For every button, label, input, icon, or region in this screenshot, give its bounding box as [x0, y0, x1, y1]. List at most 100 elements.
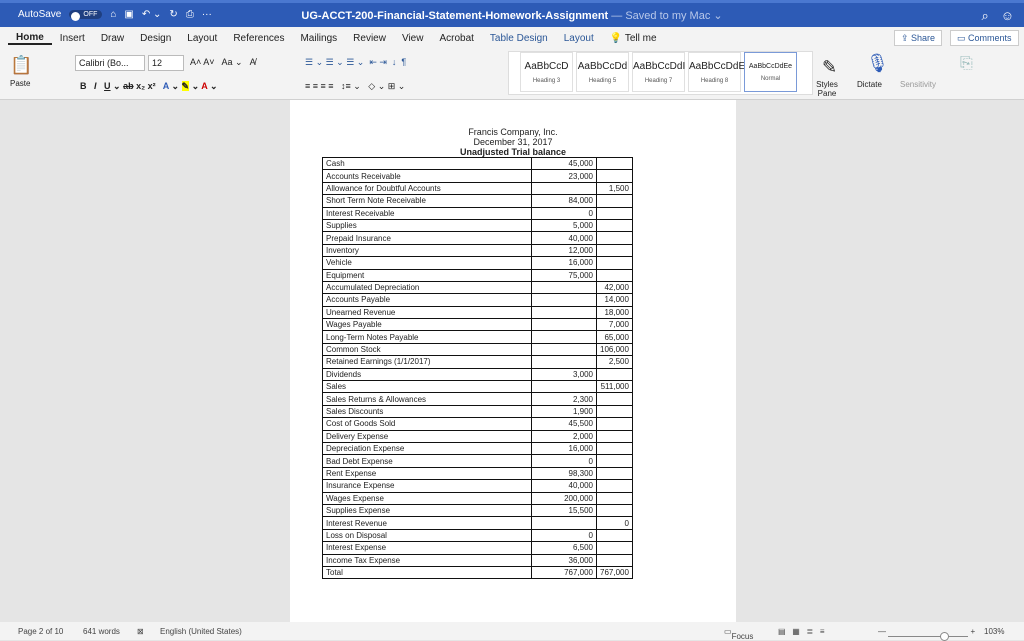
debit-cell[interactable]: 5,000 [532, 219, 597, 231]
focus-button[interactable]: ▭ Focus [724, 627, 732, 636]
account-name[interactable]: Cost of Goods Sold [323, 418, 532, 430]
credit-cell[interactable] [597, 269, 633, 281]
credit-cell[interactable] [597, 492, 633, 504]
credit-cell[interactable] [597, 467, 633, 479]
tab-references[interactable]: References [225, 33, 292, 44]
credit-cell[interactable] [597, 244, 633, 256]
style-heading-3[interactable]: AaBbCcDHeading 3 [520, 52, 573, 92]
microphone-icon[interactable]: 🎙 [866, 53, 889, 74]
credit-cell[interactable] [597, 393, 633, 405]
debit-cell[interactable]: 16,000 [532, 257, 597, 269]
debit-cell[interactable]: 84,000 [532, 195, 597, 207]
align-icons[interactable]: ≡ ≡ ≡ ≡ ↕≡ ⌄ ◇ ⌄ ⊞ ⌄ [305, 81, 405, 92]
trial-balance-table[interactable]: Cash45,000Accounts Receivable23,000Allow… [322, 157, 633, 579]
tab-tell-me[interactable]: 💡 Tell me [602, 33, 665, 44]
account-name[interactable]: Wages Payable [323, 319, 532, 331]
credit-cell[interactable] [597, 455, 633, 467]
table-row[interactable]: Accounts Payable14,000 [323, 294, 633, 306]
language[interactable]: English (United States) [160, 627, 242, 636]
tab-table-layout[interactable]: Layout [556, 33, 602, 44]
style-normal[interactable]: AaBbCcDdEeNormal [744, 52, 797, 92]
table-row[interactable]: Long-Term Notes Payable 65,000 [323, 331, 633, 343]
account-name[interactable]: Sales [323, 381, 532, 393]
debit-cell[interactable]: 45,000 [532, 158, 597, 170]
styles-pane-icon[interactable]: ✎ [822, 57, 837, 78]
credit-cell[interactable]: 65,000 [597, 331, 633, 343]
credit-cell[interactable] [597, 480, 633, 492]
debit-cell[interactable] [532, 319, 597, 331]
account-name[interactable]: Accounts Receivable [323, 170, 532, 182]
debit-cell[interactable]: 40,000 [532, 232, 597, 244]
account-name[interactable]: Vehicle [323, 257, 532, 269]
proofing-icon[interactable]: ⊠ [137, 627, 144, 636]
credit-cell[interactable]: 7,000 [597, 319, 633, 331]
account-name[interactable]: Depreciation Expense [323, 442, 532, 454]
table-row[interactable]: Wages Payable 7,000 [323, 319, 633, 331]
debit-cell[interactable]: 36,000 [532, 554, 597, 566]
table-row[interactable]: Vehicle16,000 [323, 257, 633, 269]
account-name[interactable]: Interest Receivable [323, 207, 532, 219]
credit-cell[interactable]: 1,500 [597, 182, 633, 194]
table-row[interactable]: Delivery Expense2,000 [323, 430, 633, 442]
debit-cell[interactable] [532, 294, 597, 306]
table-row[interactable]: Insurance Expense40,000 [323, 480, 633, 492]
share-doc-icon[interactable]: ⎘ [960, 55, 973, 73]
table-row[interactable]: Unearned Revenue18,000 [323, 306, 633, 318]
share-button[interactable]: ⇪ Share [894, 30, 942, 46]
credit-cell[interactable]: 106,000 [597, 343, 633, 355]
table-row[interactable]: Rent Expense98,300 [323, 467, 633, 479]
debit-cell[interactable]: 75,000 [532, 269, 597, 281]
tab-home[interactable]: Home [8, 32, 52, 45]
table-row[interactable]: Dividends3,000 [323, 368, 633, 380]
account-name[interactable]: Sales Discounts [323, 405, 532, 417]
credit-cell[interactable] [597, 219, 633, 231]
table-row[interactable]: Equipment75,000 [323, 269, 633, 281]
debit-cell[interactable] [532, 306, 597, 318]
page-count[interactable]: Page 2 of 10 [18, 627, 63, 636]
debit-cell[interactable]: 0 [532, 207, 597, 219]
table-row[interactable]: Wages Expense200,000 [323, 492, 633, 504]
credit-cell[interactable] [597, 542, 633, 554]
credit-cell[interactable] [597, 418, 633, 430]
account-name[interactable]: Supplies [323, 219, 532, 231]
table-row[interactable]: Interest Revenue 0 [323, 517, 633, 529]
account-name[interactable]: Long-Term Notes Payable [323, 331, 532, 343]
debit-cell[interactable] [532, 331, 597, 343]
account-name[interactable]: Unearned Revenue [323, 306, 532, 318]
table-row[interactable]: Short Term Note Receivable84,000 [323, 195, 633, 207]
account-name[interactable]: Supplies Expense [323, 504, 532, 516]
credit-cell[interactable] [597, 368, 633, 380]
table-row[interactable]: Interest Receivable0 [323, 207, 633, 219]
account-name[interactable]: Cash [323, 158, 532, 170]
debit-cell[interactable]: 98,300 [532, 467, 597, 479]
account-name[interactable]: Retained Earnings (1/1/2017) [323, 356, 532, 368]
credit-cell[interactable]: 0 [597, 517, 633, 529]
credit-cell[interactable] [597, 257, 633, 269]
tab-acrobat[interactable]: Acrobat [431, 33, 481, 44]
comments-button[interactable]: ▭ Comments [950, 30, 1019, 46]
smiley-icon[interactable]: ☺ [1001, 8, 1014, 24]
list-icons[interactable]: ☰ ⌄ ☰ ⌄ ☰ ⌄ ⇤ ⇥ ↓ ¶ [305, 57, 406, 68]
credit-cell[interactable]: 2,500 [597, 356, 633, 368]
tab-review[interactable]: Review [345, 33, 394, 44]
table-row[interactable]: Bad Debt Expense0 [323, 455, 633, 467]
account-name[interactable]: Rent Expense [323, 467, 532, 479]
credit-cell[interactable] [597, 554, 633, 566]
credit-cell[interactable] [597, 442, 633, 454]
account-name[interactable]: Delivery Expense [323, 430, 532, 442]
credit-cell[interactable]: 767,000 [597, 566, 633, 578]
account-name[interactable]: Wages Expense [323, 492, 532, 504]
credit-cell[interactable] [597, 529, 633, 541]
format-icons[interactable]: B I U ⌄ ab x₂ x² A ⌄ ✎ ⌄ A ⌄ [80, 81, 218, 92]
paste-icon[interactable]: 📋 [10, 55, 32, 76]
account-name[interactable]: Interest Revenue [323, 517, 532, 529]
account-name[interactable]: Short Term Note Receivable [323, 195, 532, 207]
account-name[interactable]: Dividends [323, 368, 532, 380]
debit-cell[interactable]: 16,000 [532, 442, 597, 454]
debit-cell[interactable] [532, 281, 597, 293]
credit-cell[interactable] [597, 207, 633, 219]
table-row[interactable]: Sales511,000 [323, 381, 633, 393]
tab-table-design[interactable]: Table Design [482, 33, 556, 44]
style-heading-8[interactable]: AaBbCcDdEHeading 8 [688, 52, 741, 92]
debit-cell[interactable]: 12,000 [532, 244, 597, 256]
